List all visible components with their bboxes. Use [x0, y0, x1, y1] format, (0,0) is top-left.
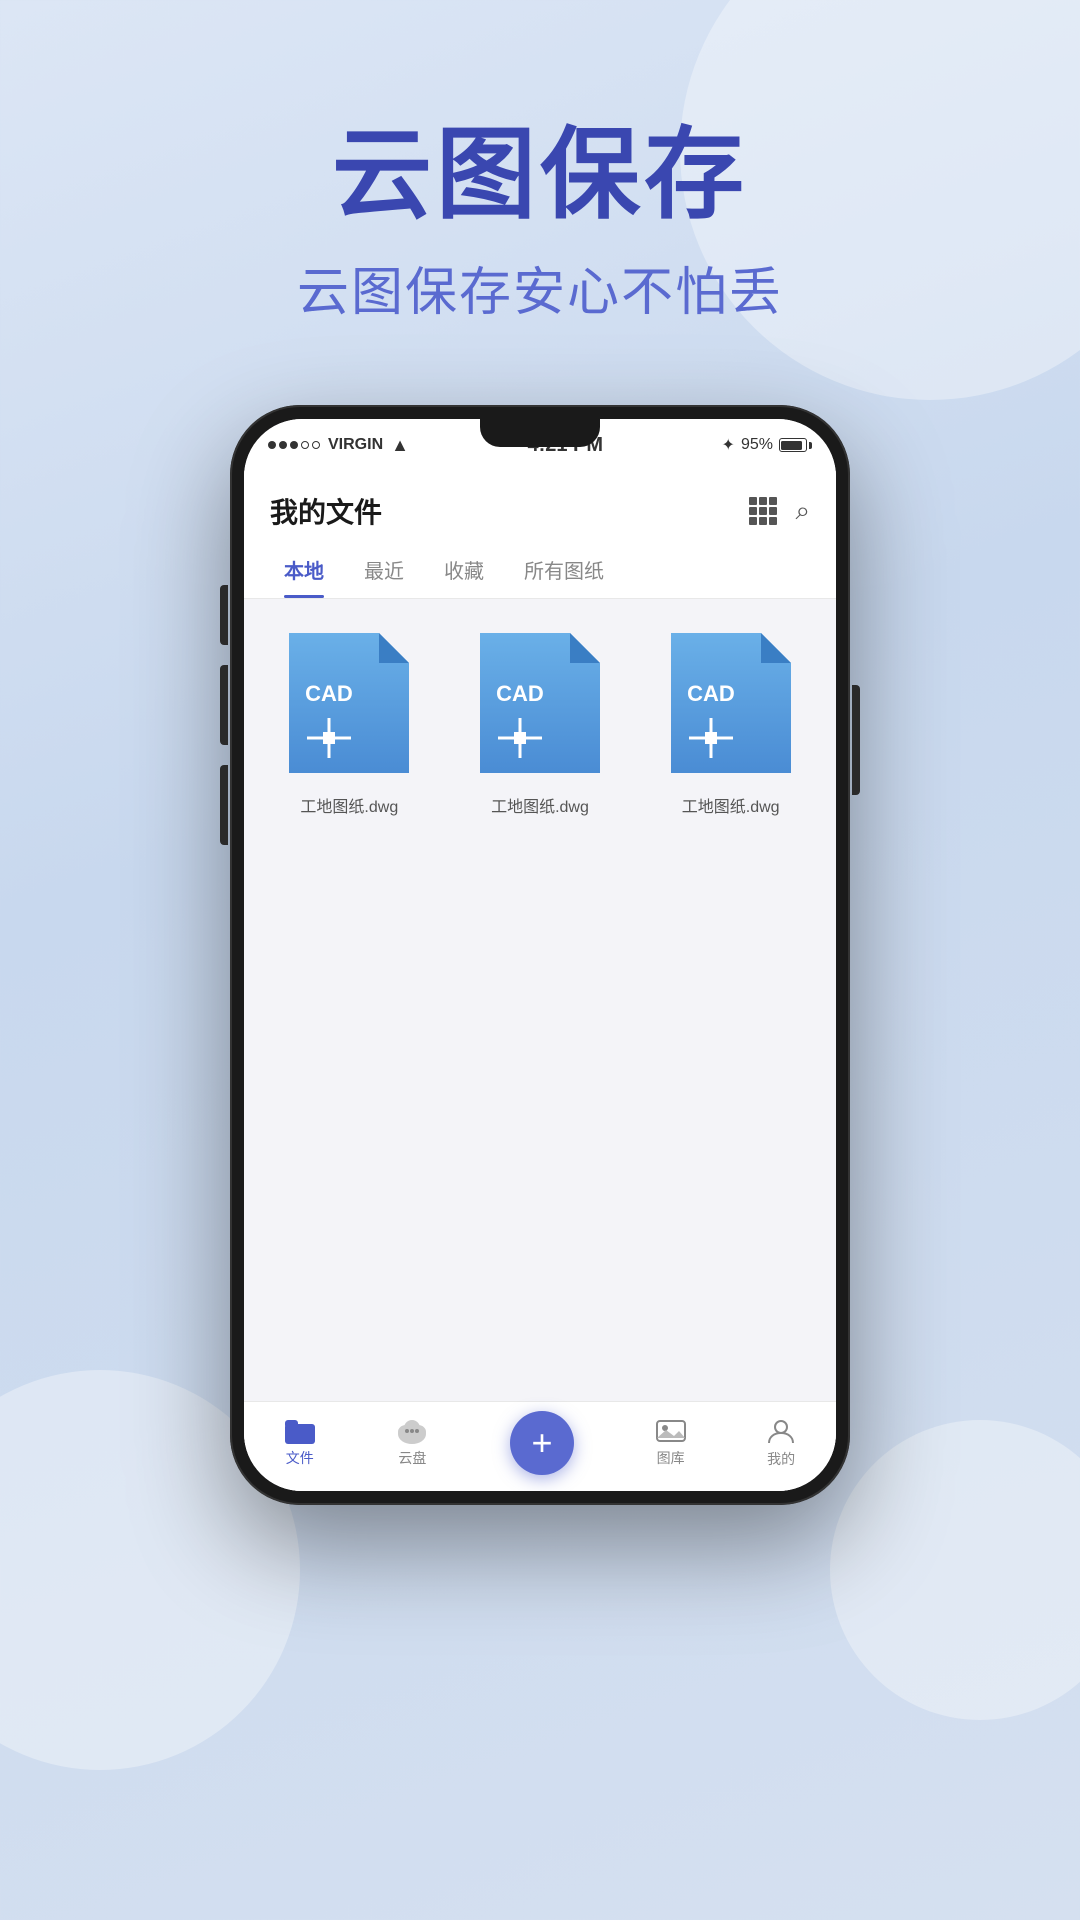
file-name: 工地图纸.dwg [491, 793, 589, 817]
nav-label-gallery: 图库 [657, 1448, 685, 1468]
search-button[interactable]: ⌕ [795, 495, 810, 527]
signal-dot-1 [268, 441, 276, 449]
nav-label-profile: 我的 [767, 1449, 795, 1469]
signal-dot-4 [301, 441, 309, 449]
nav-item-files[interactable]: 文件 [285, 1418, 315, 1468]
grid-view-button[interactable] [749, 497, 777, 525]
tab-all-drawings[interactable]: 所有图纸 [504, 541, 624, 598]
grid-dot [769, 517, 777, 525]
hero-section: 云图保存 云图保存安心不怕丢 [297, 120, 783, 325]
file-name: 工地图纸.dwg [300, 793, 398, 817]
nav-item-cloud[interactable]: 云盘 [396, 1418, 428, 1468]
cad-file-icon: CAD [661, 623, 801, 783]
phone-button-vol-down [220, 765, 228, 845]
bluetooth-icon: ✦ [722, 435, 735, 455]
cad-file-icon: CAD [470, 623, 610, 783]
battery-percent: 95% [741, 436, 773, 454]
battery-icon [779, 438, 812, 452]
svg-text:CAD: CAD [305, 681, 353, 706]
list-item[interactable]: CAD 工地图纸.dwg [455, 623, 626, 1377]
phone-button-power [852, 685, 860, 795]
tab-recent[interactable]: 最近 [344, 541, 424, 598]
wifi-icon: ▲ [391, 435, 409, 456]
signal-dot-2 [279, 441, 287, 449]
tabs-bar: 本地 最近 收藏 所有图纸 [244, 541, 836, 599]
grid-dot [749, 517, 757, 525]
grid-dot [759, 517, 767, 525]
gallery-icon [656, 1418, 686, 1444]
page-title: 我的文件 [270, 491, 382, 531]
nav-add-button[interactable]: + [510, 1411, 574, 1475]
cad-file-icon: CAD [279, 623, 419, 783]
svg-text:CAD: CAD [687, 681, 735, 706]
nav-item-gallery[interactable]: 图库 [656, 1418, 686, 1468]
grid-dot [749, 507, 757, 515]
nav-label-files: 文件 [286, 1448, 314, 1468]
signal-dot-3 [290, 441, 298, 449]
nav-item-profile[interactable]: 我的 [767, 1417, 795, 1469]
phone-outer-shell: VIRGIN ▲ 4:21 PM ✦ 95% [230, 405, 850, 1505]
person-icon [767, 1417, 795, 1445]
tab-favorites[interactable]: 收藏 [424, 541, 504, 598]
file-grid: CAD 工地图纸.dwg [244, 599, 836, 1401]
signal-dot-5 [312, 441, 320, 449]
grid-dot [759, 507, 767, 515]
hero-subtitle: 云图保存安心不怕丢 [297, 250, 783, 325]
phone-screen: VIRGIN ▲ 4:21 PM ✦ 95% [244, 419, 836, 1491]
grid-dot [769, 497, 777, 505]
signal-dots [268, 441, 320, 449]
grid-dot [749, 497, 757, 505]
tab-local[interactable]: 本地 [264, 541, 344, 598]
status-right: ✦ 95% [722, 435, 812, 455]
top-bar: 我的文件 ⌕ [244, 471, 836, 541]
battery-tip [809, 442, 812, 449]
grid-dot [759, 497, 767, 505]
cloud-icon [396, 1418, 428, 1444]
phone-button-mute [220, 585, 228, 645]
carrier-name: VIRGIN [328, 436, 383, 454]
top-bar-icons: ⌕ [749, 495, 810, 527]
phone-notch [480, 419, 600, 447]
file-name: 工地图纸.dwg [682, 793, 780, 817]
nav-label-cloud: 云盘 [398, 1448, 426, 1468]
list-item[interactable]: CAD 工地图纸.dwg [264, 623, 435, 1377]
bottom-nav: 文件 云盘 [244, 1401, 836, 1491]
phone-button-vol-up [220, 665, 228, 745]
bg-decoration-3 [830, 1420, 1080, 1720]
svg-text:CAD: CAD [496, 681, 544, 706]
app-content: 我的文件 ⌕ [244, 471, 836, 1491]
phone-mockup: VIRGIN ▲ 4:21 PM ✦ 95% [230, 405, 850, 1505]
folder-icon [285, 1418, 315, 1444]
battery-fill [781, 441, 802, 450]
list-item[interactable]: CAD 工地图纸.dwg [645, 623, 816, 1377]
plus-icon: + [531, 1425, 552, 1461]
status-left: VIRGIN ▲ [268, 435, 409, 456]
hero-title: 云图保存 [297, 120, 783, 230]
battery-body [779, 438, 807, 452]
grid-dot [769, 507, 777, 515]
